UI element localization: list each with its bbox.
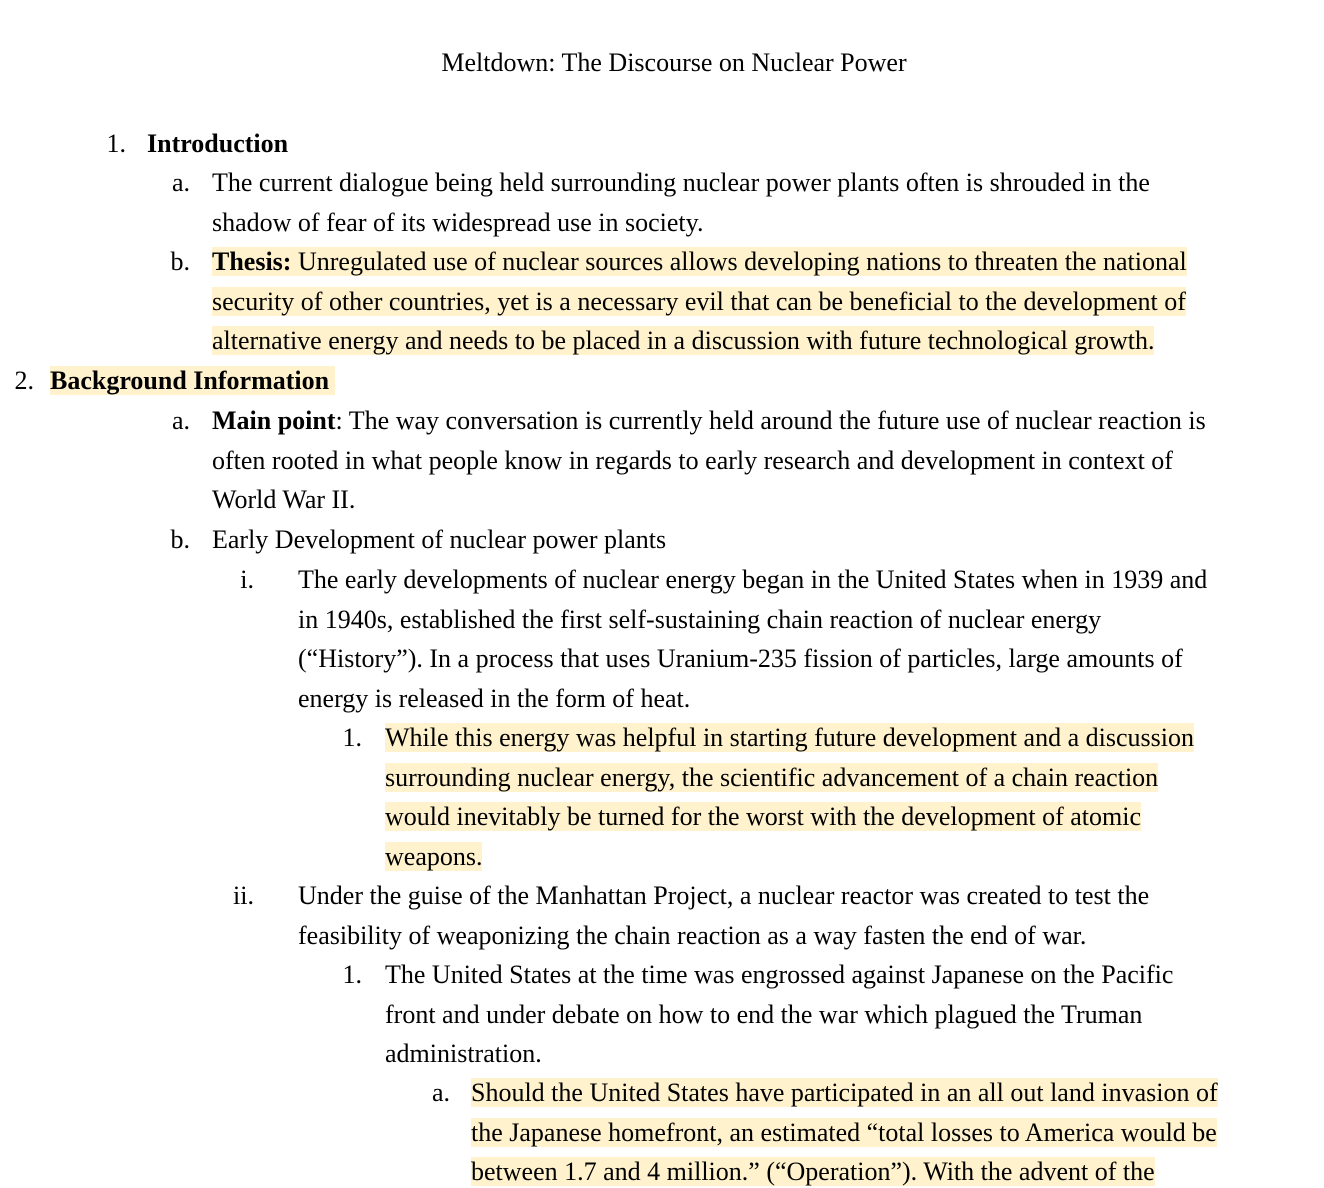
list-item-thesis: b. Thesis: Unregulated use of nuclear so… [0, 242, 1324, 362]
text-line: energy is released in the form of heat. [298, 683, 691, 713]
highlighted-paragraph: Should the United States have participat… [471, 1073, 1218, 1188]
text-line: security of other countries, yet is a ne… [212, 282, 1187, 322]
text-line: in 1940s, established the first self-sus… [298, 604, 1102, 634]
list-item-text: Early Development of nuclear power plant… [212, 525, 667, 554]
list-marker: ii. [233, 881, 254, 910]
text-line: The United States at the time was engros… [385, 960, 1174, 989]
highlighted-paragraph: While this energy was helpful in startin… [385, 718, 1194, 876]
document-title: Meltdown: The Discourse on Nuclear Power [441, 48, 907, 77]
list-item-text: The early developments of nuclear energy… [298, 560, 1207, 718]
text-line: front and under debate on how to end the… [385, 999, 1143, 1029]
thesis-label: Thesis: [212, 247, 292, 276]
text-line: shadow of fear of its widespread use in … [212, 207, 704, 237]
list-marker: 2. [14, 366, 35, 395]
list-marker: a. [171, 406, 190, 435]
section-heading-text: Background Information [50, 366, 330, 395]
highlighted-text: would inevitably be turned for the worst… [385, 802, 1141, 832]
list-marker: a. [171, 168, 190, 197]
list-item-roman-ii: ii. Under the guise of the Manhattan Pro… [0, 876, 1324, 956]
text-line: Main point: The way conversation is curr… [212, 401, 1206, 441]
list-item-text: Main point: The way conversation is curr… [212, 401, 1206, 520]
section-introduction: 1. Introduction [0, 124, 1324, 164]
list-marker: i. [240, 565, 254, 594]
list-marker: b. [170, 247, 191, 276]
list-item-land-invasion: a. Should the United States have partici… [0, 1073, 1324, 1188]
list-marker: 1. [342, 723, 363, 752]
thesis-text: Thesis: Unregulated use of nuclear sourc… [212, 242, 1187, 361]
list-item-truman: 1. The United States at the time was eng… [0, 955, 1324, 1075]
list-item-text: The current dialogue being held surround… [212, 163, 1150, 242]
text-line: surrounding nuclear energy, the scientif… [385, 758, 1194, 798]
text-line: World War II. [212, 485, 356, 515]
list-marker: 1. [106, 129, 127, 158]
text-line: (“History”). In a process that uses Uran… [298, 644, 1183, 674]
text-line: alternative energy and needs to be place… [212, 321, 1187, 361]
highlighted-text: Unregulated use of nuclear sources allow… [291, 247, 1187, 276]
text-line: The current dialogue being held surround… [212, 168, 1150, 197]
text-line: The early developments of nuclear energy… [298, 565, 1208, 594]
text-line: While this energy was helpful in startin… [385, 718, 1194, 758]
section-heading: Introduction [147, 124, 288, 164]
section-background: 2. Background Information [0, 361, 1324, 401]
highlighted-text: security of other countries, yet is a ne… [212, 286, 1186, 316]
text-line: often rooted in what people know in rega… [212, 445, 1173, 475]
main-point-label: Main point [212, 406, 336, 435]
highlighted-text: surrounding nuclear energy, the scientif… [385, 762, 1159, 792]
text-line: administration. [385, 1039, 542, 1069]
text-span: : The way conversation is currently held… [335, 406, 1206, 435]
highlighted-text: the Japanese homefront, an estimated “to… [471, 1117, 1217, 1147]
highlighted-text: between 1.7 and 4 million.” (“Operation”… [471, 1157, 1155, 1187]
list-item-text: Under the guise of the Manhattan Project… [298, 876, 1149, 955]
text-line: between 1.7 and 4 million.” (“Operation”… [471, 1152, 1218, 1188]
text-line: Under the guise of the Manhattan Project… [298, 881, 1150, 910]
list-item-text: The United States at the time was engros… [385, 955, 1173, 1074]
list-item-intro-a: a. The current dialogue being held surro… [0, 163, 1324, 243]
list-marker: a. [431, 1078, 450, 1107]
list-item-main-point: a. Main point: The way conversation is c… [0, 401, 1324, 521]
text-line: Thesis: Unregulated use of nuclear sourc… [212, 242, 1187, 282]
highlighted-text: While this energy was helpful in startin… [385, 723, 1194, 752]
highlighted-text: weapons. [385, 841, 483, 871]
list-item-atomic-weapons: 1. While this energy was helpful in star… [0, 718, 1324, 878]
list-marker: 1. [342, 960, 363, 989]
text-line: feasibility of weaponizing the chain rea… [298, 920, 1087, 950]
highlighted-text: Should the United States have participat… [471, 1078, 1218, 1107]
document-page: Meltdown: The Discourse on Nuclear Power… [0, 0, 1324, 1188]
text-line: the Japanese homefront, an estimated “to… [471, 1113, 1218, 1153]
text-line: would inevitably be turned for the worst… [385, 797, 1194, 837]
highlighted-text: alternative energy and needs to be place… [212, 326, 1155, 356]
section-heading: Background Information [50, 361, 336, 401]
section-heading-text: Introduction [147, 129, 289, 158]
list-item-roman-i: i. The early developments of nuclear ene… [0, 560, 1324, 720]
text-line: weapons. [385, 837, 1194, 877]
list-item-early-development: b. Early Development of nuclear power pl… [0, 520, 1324, 560]
text-line: Should the United States have participat… [471, 1073, 1218, 1113]
list-marker: b. [170, 525, 191, 554]
